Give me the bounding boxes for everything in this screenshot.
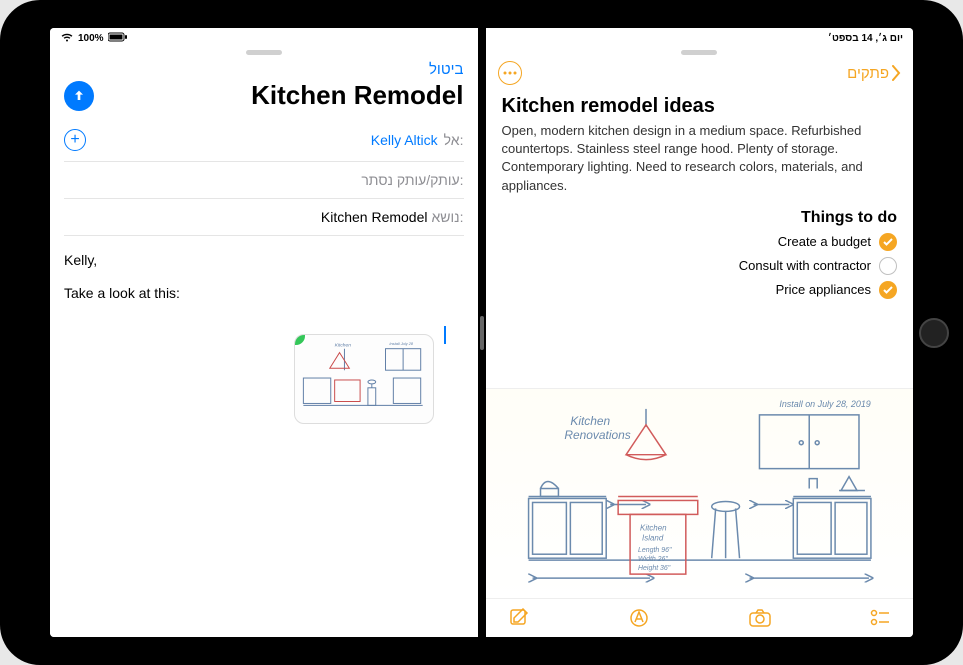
checklist-icon [870,609,890,627]
split-grip-icon [480,316,484,350]
text-cursor [444,326,446,344]
markup-button[interactable] [628,607,650,629]
status-bar-right: יום ג׳, 14 בספט׳ [486,28,914,48]
svg-text:Height 36": Height 36" [638,565,671,572]
arrow-up-icon [71,88,87,104]
subject-value: Kitchen Remodel [321,209,428,225]
svg-text:Kitchen: Kitchen [640,523,667,532]
sketch-canvas[interactable]: Kitchen Renovations Install on July 28, … [486,388,914,598]
status-bar-left: 100% [50,28,478,48]
subject-field[interactable]: Kitchen Remodel נושא: [64,199,464,236]
body-line: Take a look at this: [64,283,464,304]
to-value[interactable]: Kelly Altick [371,132,438,148]
note-title[interactable]: Kitchen remodel ideas [502,95,898,118]
todo-item[interactable]: Create a budget [778,233,897,251]
attachment-thumbnail[interactable]: + [294,334,434,424]
markup-icon [629,608,649,628]
compose-button[interactable] [508,607,530,629]
todo-heading: Things to do [502,209,898,227]
sketch-title-text: Kitchen [570,414,610,428]
split-view-divider[interactable] [478,28,486,637]
mail-body[interactable]: Kelly, Take a look at this: + [50,236,478,637]
ipad-frame: 100% ביטול Kitchen Remodel [0,0,963,665]
camera-button[interactable] [749,607,771,629]
add-recipient-button[interactable]: + [64,129,86,151]
svg-text:Length 96": Length 96" [638,547,672,554]
camera-icon [749,609,771,627]
todo-item[interactable]: Price appliances [776,281,897,299]
svg-text:Island: Island [642,533,664,542]
todo-checkbox[interactable] [879,233,897,251]
svg-text:Install July 28: Install July 28 [389,341,413,346]
notes-pane: יום ג׳, 14 בספט׳ פתקים Kitchen remodel i… [486,28,914,637]
sketch-date-text: Install on July 28, 2019 [779,399,870,409]
mail-pane: 100% ביטול Kitchen Remodel [50,28,478,637]
cc-label: עותק/עותק נסתר: [361,172,463,188]
status-date: יום ג׳, 14 בספט׳ [828,33,903,44]
svg-text:Kitchen: Kitchen [334,343,351,349]
more-options-button[interactable] [498,61,522,85]
screen: 100% ביטול Kitchen Remodel [50,28,913,637]
checklist-button[interactable] [869,607,891,629]
battery-percent: 100% [78,33,104,44]
send-button[interactable] [64,81,94,111]
wifi-icon [60,32,74,45]
todo-checkbox[interactable] [879,281,897,299]
todo-list: Create a budget Consult with contractor … [502,233,898,299]
cc-field[interactable]: עותק/עותק נסתר: [64,162,464,199]
mail-title: Kitchen Remodel [98,80,464,111]
to-field[interactable]: + Kelly Altick אל: [64,119,464,162]
back-button[interactable]: פתקים [847,65,901,82]
check-icon [883,285,893,295]
sketch-title-text2: Renovations [564,428,630,442]
note-body[interactable]: Open, modern kitchen design in a medium … [502,122,898,195]
to-label: אל: [444,132,464,148]
back-label: פתקים [847,65,889,82]
home-button[interactable] [919,318,949,348]
todo-item[interactable]: Consult with contractor [739,257,897,275]
ellipsis-icon [503,71,517,75]
compose-icon [509,608,529,628]
cancel-button[interactable]: ביטול [429,61,464,78]
subject-label: נושא: [432,209,464,225]
check-icon [883,237,893,247]
notes-toolbar [486,598,914,637]
svg-text:Width 26": Width 26" [638,556,668,563]
battery-icon [108,32,128,45]
chevron-right-icon [892,65,901,81]
todo-label: Consult with contractor [739,258,871,273]
greeting-line: Kelly, [64,250,464,271]
todo-label: Create a budget [778,234,871,249]
todo-checkbox[interactable] [879,257,897,275]
todo-label: Price appliances [776,282,871,297]
